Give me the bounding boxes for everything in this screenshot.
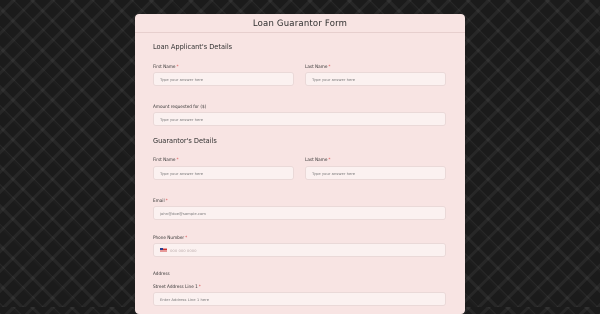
applicant-last-name-label: Last Name* [305, 64, 331, 69]
address-label: Address [153, 271, 170, 276]
phone-number-label: Phone Number* [153, 235, 188, 240]
applicant-first-name-label: First Name* [153, 64, 179, 69]
guarantor-first-name-label: First Name* [153, 157, 179, 162]
amount-requested-label: Amount requested for ($) [153, 104, 207, 109]
form-title: Loan Guarantor Form [135, 14, 465, 33]
section-title-guarantor: Guarantor's Details [153, 137, 217, 145]
amount-requested-input[interactable] [153, 112, 446, 126]
guarantor-first-name-input[interactable] [153, 166, 294, 180]
street-address-line1-label: Street Address Line 1* [153, 284, 201, 289]
email-input[interactable] [153, 206, 446, 220]
phone-number-placeholder: 000 000 0000 [170, 248, 197, 253]
applicant-first-name-input[interactable] [153, 72, 294, 86]
email-label: Email* [153, 198, 168, 203]
guarantor-last-name-label: Last Name* [305, 157, 331, 162]
form-card: Loan Guarantor Form Loan Applicant's Det… [135, 14, 465, 314]
applicant-last-name-input[interactable] [305, 72, 446, 86]
guarantor-last-name-input[interactable] [305, 166, 446, 180]
section-title-applicant: Loan Applicant's Details [153, 43, 233, 51]
us-flag-icon[interactable] [160, 248, 167, 252]
street-address-line1-input[interactable] [153, 292, 446, 306]
